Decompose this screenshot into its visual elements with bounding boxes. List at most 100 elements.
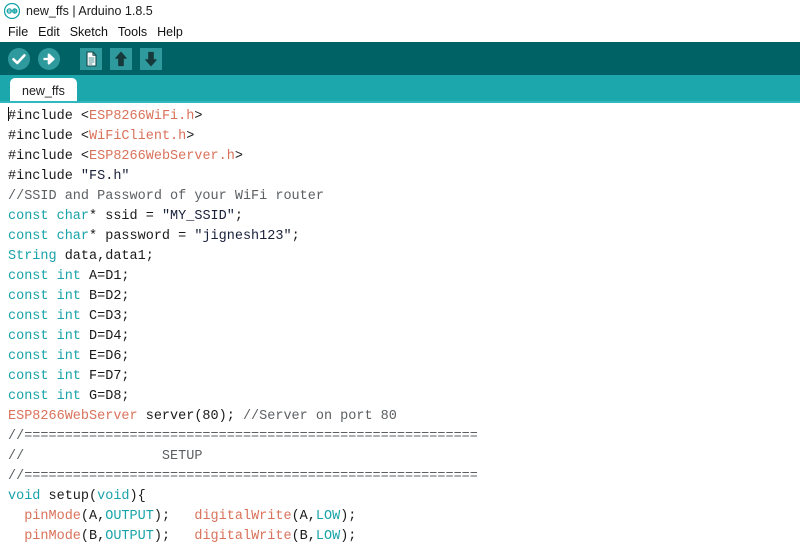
verify-button[interactable] [6, 46, 32, 72]
arrow-up-icon [110, 47, 132, 70]
code-token-func: digitalWrite [194, 529, 292, 544]
code-token-default: ); [153, 509, 195, 524]
code-line: //SSID and Password of your WiFi router [8, 187, 800, 207]
code-token-string: "FS.h" [80, 169, 130, 184]
code-token-default: > [234, 149, 243, 164]
code-token-type: int [56, 269, 81, 284]
code-token-type: int [56, 309, 81, 324]
code-line: #include <WiFiClient.h> [8, 127, 800, 147]
code-token-type: int [56, 349, 81, 364]
menu-item-sketch[interactable]: Sketch [67, 25, 115, 39]
code-token-default: < [80, 149, 90, 164]
code-token-keyword: const [8, 309, 57, 324]
arrow-right-icon [38, 47, 60, 70]
code-token-comment: // SETUP [8, 449, 203, 464]
code-token-const: OUTPUT [105, 509, 154, 524]
code-token-keyword: const [8, 329, 57, 344]
code-token-type: int [56, 389, 81, 404]
code-line: //======================================… [8, 427, 800, 447]
new-button[interactable] [78, 46, 104, 72]
code-token-keyword: const [8, 369, 57, 384]
code-line: const int F=D7; [8, 367, 800, 387]
window-title: new_ffs | Arduino 1.8.5 [26, 4, 153, 18]
code-token-preproc: #include [8, 149, 81, 164]
title-bar: new_ffs | Arduino 1.8.5 [0, 0, 800, 22]
code-token-default: D=D4; [80, 329, 130, 344]
code-line: const int E=D6; [8, 347, 800, 367]
save-button[interactable] [138, 46, 164, 72]
code-token-preproc: #include [8, 109, 81, 124]
code-token-default: server(80); [137, 409, 243, 424]
code-line: ESP8266WebServer server(80); //Server on… [8, 407, 800, 427]
code-token-default: ); [153, 529, 195, 544]
code-token-default: ; [291, 229, 300, 244]
code-token-default: C=D3; [80, 309, 130, 324]
code-token-type: int [56, 329, 81, 344]
code-token-type: String [8, 249, 57, 264]
code-line: pinMode(B,OUTPUT); digitalWrite(B,LOW); [8, 527, 800, 547]
arrow-down-icon [140, 47, 162, 70]
menu-item-edit[interactable]: Edit [35, 25, 67, 39]
code-text[interactable]: #include <ESP8266WiFi.h> #include <WiFiCl… [0, 103, 800, 547]
menu-item-file[interactable]: File [5, 25, 35, 39]
code-token-default: data,data1; [56, 249, 154, 264]
code-editor[interactable]: #include <ESP8266WiFi.h> #include <WiFiCl… [0, 103, 800, 555]
code-token-type: void [97, 489, 130, 504]
checkmark-icon [8, 47, 30, 70]
menu-item-tools[interactable]: Tools [115, 25, 154, 39]
code-token-default: F=D7; [80, 369, 130, 384]
document-icon [80, 47, 102, 70]
code-token-lib: WiFiClient.h [89, 129, 187, 144]
code-token-preproc: #include [8, 169, 81, 184]
code-token-class: ESP8266WebServer [8, 409, 138, 424]
code-line: const int D=D4; [8, 327, 800, 347]
menu-item-help[interactable]: Help [154, 25, 190, 39]
code-line: String data,data1; [8, 247, 800, 267]
code-line: #include "FS.h" [8, 167, 800, 187]
code-token-type: char [56, 229, 90, 244]
arduino-ide-window: new_ffs | Arduino 1.8.5 File Edit Sketch… [0, 0, 800, 555]
code-token-keyword: const [8, 269, 57, 284]
code-token-comment: //SSID and Password of your WiFi router [8, 189, 324, 204]
code-token-default: (A, [291, 509, 316, 524]
arduino-infinity-logo-icon [4, 3, 20, 19]
code-line: const int G=D8; [8, 387, 800, 407]
code-token-const: OUTPUT [105, 529, 154, 544]
code-token-default: < [80, 129, 90, 144]
code-token-comment: //======================================… [8, 429, 478, 444]
code-token-default [8, 529, 24, 544]
code-token-const: LOW [315, 529, 341, 544]
code-token-func: pinMode [24, 509, 81, 524]
code-token-default: < [80, 109, 90, 124]
code-line: void setup(void){ [8, 487, 800, 507]
code-token-keyword: const [8, 209, 57, 224]
code-token-keyword: const [8, 389, 57, 404]
code-token-default: (B, [291, 529, 316, 544]
code-token-default: ); [340, 509, 357, 524]
code-token-default: (A, [80, 509, 106, 524]
code-token-func: digitalWrite [194, 509, 292, 524]
code-line: const char* ssid = "MY_SSID"; [8, 207, 800, 227]
code-token-keyword: const [8, 289, 57, 304]
code-token-const: LOW [315, 509, 341, 524]
code-token-comment: //======================================… [8, 469, 478, 484]
code-line: #include <ESP8266WiFi.h> [8, 107, 800, 127]
code-token-preproc: #include [8, 129, 81, 144]
code-token-string: "MY_SSID" [161, 209, 235, 224]
code-token-default: > [194, 109, 203, 124]
code-token-comment: //Server on port 80 [242, 409, 397, 424]
code-token-default [8, 509, 24, 524]
code-token-type: int [56, 369, 81, 384]
open-button[interactable] [108, 46, 134, 72]
code-token-func: pinMode [24, 529, 81, 544]
code-token-default: A=D1; [80, 269, 130, 284]
upload-button[interactable] [36, 46, 62, 72]
code-line: #include <ESP8266WebServer.h> [8, 147, 800, 167]
toolbar [0, 42, 800, 75]
code-token-default: setup( [40, 489, 98, 504]
code-token-type: void [8, 489, 41, 504]
tab-strip: new_ffs [0, 75, 800, 103]
menu-bar: File Edit Sketch Tools Help [0, 22, 800, 42]
tab-new-ffs[interactable]: new_ffs [10, 78, 77, 103]
code-token-default: ); [340, 529, 357, 544]
